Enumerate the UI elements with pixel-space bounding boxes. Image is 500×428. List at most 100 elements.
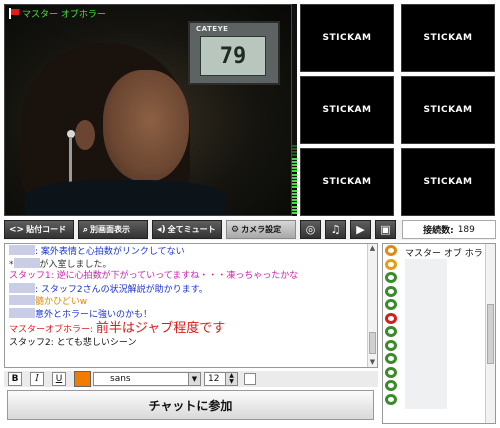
gear-icon: ⚙ — [231, 224, 240, 235]
chat-message: : スタッフ2さんの状況解説が助かります。 — [5, 282, 368, 296]
music-icon: ♫ — [330, 223, 341, 236]
user-icon — [385, 258, 397, 270]
thumbnail-logo: STICKAM — [423, 105, 473, 115]
redacted-username — [9, 282, 35, 293]
redacted-username — [9, 295, 35, 305]
font-size-stepper[interactable]: 12 ▲ ▼ — [204, 372, 238, 386]
join-chat-button[interactable]: チャットに参加 — [7, 390, 374, 420]
monitor-reading: 79 — [200, 36, 266, 76]
chat-message: スタッフ1: 逆に心拍数が下がっていってますね・・・凍っちゃったかな — [5, 270, 368, 283]
meter-segment — [292, 144, 297, 147]
meter-segment — [292, 183, 297, 186]
music-button[interactable]: ♫ — [325, 220, 346, 239]
snapshot-button[interactable]: ▣ — [375, 220, 396, 239]
font-select-value: sans — [110, 374, 131, 384]
font-size-value: 12 — [208, 374, 220, 384]
broadcaster-ear — [75, 120, 95, 150]
chat-message-prefix: マスターオブホラー: — [9, 325, 96, 335]
user-icon — [385, 353, 397, 364]
thumbnail-5[interactable]: STICKAM — [300, 148, 394, 216]
bold-button[interactable]: B — [8, 372, 22, 386]
text-color-picker[interactable] — [74, 371, 91, 387]
user-icon — [385, 312, 397, 324]
chat-message-text: 前半はジャブ程度です — [95, 321, 226, 336]
thumbnail-grid: STICKAM STICKAM STICKAM STICKAM STICKAM … — [300, 4, 496, 216]
meter-segment — [292, 151, 297, 154]
broadcaster-label: マスター オブホラー — [5, 5, 109, 22]
scroll-down-icon[interactable]: ▼ — [368, 358, 377, 367]
meter-segment — [292, 176, 297, 179]
thumbnail-logo: STICKAM — [423, 33, 473, 43]
thumbnail-1[interactable]: STICKAM — [300, 4, 394, 72]
thumbnail-logo: STICKAM — [322, 33, 372, 43]
broadcaster-shirt — [25, 180, 225, 215]
thumbnail-3[interactable]: STICKAM — [300, 76, 394, 144]
user-icon — [385, 299, 397, 310]
meter-segment — [292, 164, 297, 166]
chat-message-text: スタッフ2: とても悲しいシーン — [9, 338, 137, 348]
chevron-down-icon: ▼ — [188, 373, 200, 385]
speaker-icon: ◂) — [157, 224, 166, 235]
chat-scrollbar[interactable]: ▲ ▼ — [367, 244, 377, 367]
scrollbar-thumb[interactable] — [487, 304, 494, 364]
viewer-name[interactable]: マスター オブ ホラ — [405, 246, 483, 259]
viewer-count-label: 接続数: — [423, 226, 454, 236]
audio-level-meter — [292, 4, 297, 216]
meter-segment — [292, 157, 297, 160]
heart-rate-monitor: CATEYE 79 — [188, 21, 280, 85]
video-button[interactable]: ▶ — [350, 220, 371, 239]
user-icon — [385, 326, 397, 337]
scrollbar-thumb[interactable] — [369, 332, 376, 354]
chat-message-text: が入室しました。 — [39, 259, 112, 270]
mute-all-label: 全てミュート — [167, 225, 216, 234]
meter-segment — [292, 173, 297, 176]
stepper-icon: ▲ ▼ — [225, 373, 237, 385]
record-button[interactable]: ◎ — [300, 220, 321, 239]
viewer-status-icons — [385, 245, 399, 407]
code-icon: <> — [9, 224, 25, 235]
user-icon — [385, 366, 397, 378]
chat-message: 意外とホラーに強いのかも！ — [5, 307, 368, 321]
user-icon — [385, 272, 397, 283]
user-icon — [385, 339, 397, 351]
font-select[interactable]: sans ▼ — [93, 372, 201, 386]
embed-code-label: 貼付コード — [26, 225, 67, 234]
format-option-box[interactable] — [244, 373, 256, 385]
thumbnail-4[interactable]: STICKAM — [401, 76, 495, 144]
chat-message-text: 意外とホラーに強いのかも！ — [35, 309, 153, 320]
popout-button[interactable]: ⌕ 別画面表示 — [78, 220, 148, 239]
thumbnail-6[interactable]: STICKAM — [401, 148, 495, 216]
meter-segment — [292, 167, 297, 170]
redacted-username — [13, 257, 40, 268]
user-icon — [385, 285, 397, 297]
chat-messages: : 案外表情と心拍数がリンクしてない * が入室しました。 スタッフ1: 逆に心拍… — [5, 245, 368, 350]
video-toolbar: <> 貼付コード ⌕ 別画面表示 ◂) 全てミュート ⚙ カメラ設定 ◎ ♫ ▶… — [4, 220, 496, 240]
meter-segment — [292, 186, 297, 189]
meter-segment — [292, 208, 297, 211]
meter-segment — [292, 160, 297, 163]
camera-icon: ▣ — [380, 223, 391, 236]
broadcaster-face — [103, 70, 189, 182]
popout-label: 別画面表示 — [90, 225, 131, 234]
viewer-scrollbar[interactable] — [485, 244, 495, 423]
chat-log[interactable]: : 案外表情と心拍数がリンクしてない * が入室しました。 スタッフ1: 逆に心拍… — [4, 243, 378, 368]
underline-button[interactable]: U — [52, 372, 66, 386]
meter-segment — [292, 154, 297, 157]
chat-message: スタッフ2: とても悲しいシーン — [5, 337, 368, 350]
embed-code-button[interactable]: <> 貼付コード — [4, 220, 74, 239]
meter-segment — [292, 196, 297, 198]
chat-message: : 案外表情と心拍数がリンクしてない — [5, 245, 368, 258]
record-icon: ◎ — [305, 223, 316, 236]
italic-button[interactable]: I — [30, 372, 44, 386]
camera-settings-label: カメラ設定 — [241, 225, 282, 234]
redacted-viewer-names — [405, 259, 447, 409]
video-camera-icon: ▶ — [356, 223, 365, 236]
viewer-count-value: 189 — [457, 224, 475, 235]
mute-all-button[interactable]: ◂) 全てミュート — [152, 220, 222, 239]
broadcaster-name: マスター オブホラー — [22, 10, 106, 20]
chat-message-text: スタッフ1: 逆に心拍数が下がっていってますね・・・凍っちゃったかな — [9, 271, 299, 281]
camera-settings-button[interactable]: ⚙ カメラ設定 — [226, 220, 296, 239]
scroll-up-icon[interactable]: ▲ — [368, 244, 377, 253]
thumbnail-2[interactable]: STICKAM — [401, 4, 495, 72]
monitor-brand: CATEYE — [196, 25, 229, 33]
